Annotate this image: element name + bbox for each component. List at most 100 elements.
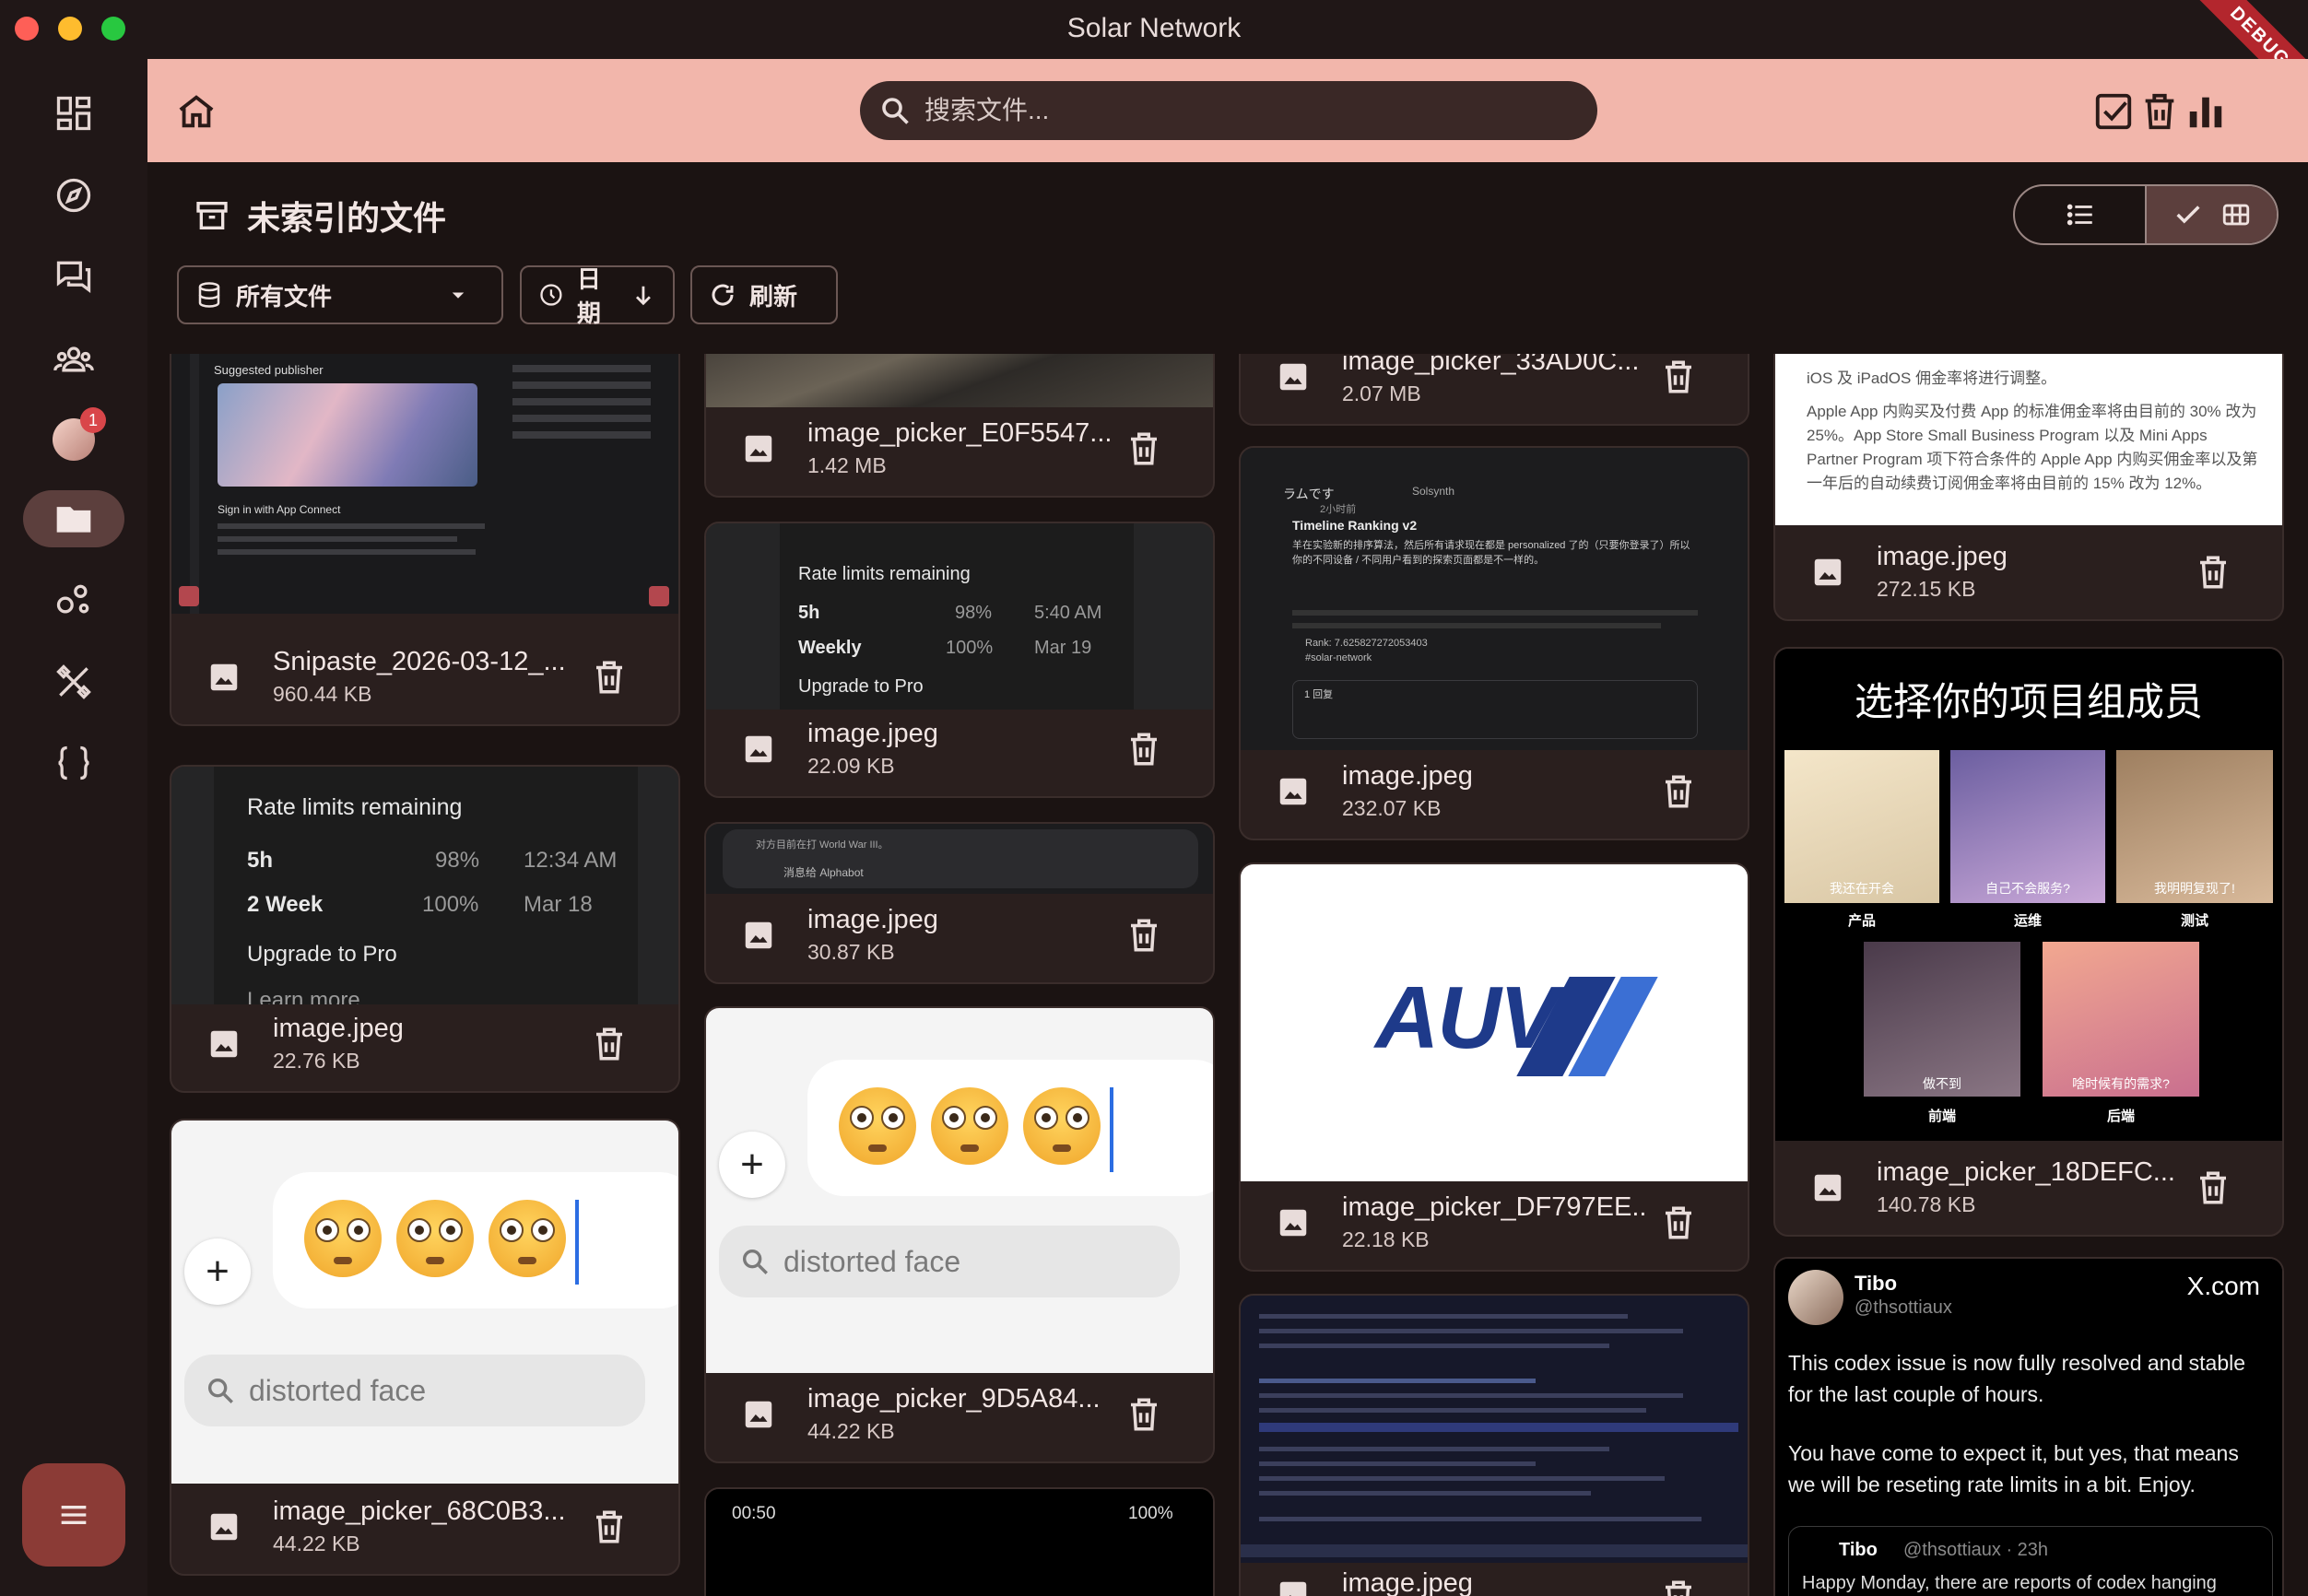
database-icon	[198, 282, 220, 308]
file-card[interactable]: 对方目前在打 World War III。 消息给 Alphabot image…	[704, 822, 1215, 984]
list-view-button[interactable]	[2015, 186, 2145, 243]
title-bar: Solar Network DEBUG	[0, 0, 2308, 121]
chat-input-placeholder: 消息给 Alphabot	[783, 866, 864, 879]
delete-icon[interactable]	[1125, 429, 1163, 468]
image-icon	[1279, 363, 1307, 391]
file-info: image_picker_E0F5547... 1.42 MB	[706, 400, 1213, 496]
explore-icon	[56, 178, 91, 213]
file-card[interactable]: Suggested publisher Sign in with App Con…	[170, 354, 680, 726]
file-name: image_picker_9D5A84...	[807, 1384, 1101, 1414]
delete-icon[interactable]	[1659, 1203, 1698, 1242]
timeline-heading: Timeline Ranking v2	[1292, 518, 1418, 533]
sidebar-item-tools[interactable]	[23, 653, 124, 710]
file-card[interactable]: image_picker_33AD0C... 2.07 MB	[1239, 354, 1749, 426]
app-bar	[147, 59, 2308, 162]
grid-view-button[interactable]	[2145, 186, 2277, 243]
delete-icon[interactable]	[1125, 730, 1163, 769]
pool-filter-dropdown[interactable]: 所有文件	[177, 265, 503, 324]
rate-row-time: 12:34 AM	[524, 848, 618, 873]
refresh-button[interactable]: 刷新	[690, 265, 838, 324]
file-card[interactable]: image.jpeg	[1239, 1294, 1749, 1596]
timeline-tag: #solar-network	[1305, 652, 1372, 663]
image-icon	[1814, 558, 1842, 586]
delete-icon[interactable]	[1125, 916, 1163, 955]
file-card[interactable]: 00:50 100%	[704, 1487, 1215, 1596]
file-name: image_picker_68C0B3...	[273, 1496, 566, 1526]
sidebar-item-chat[interactable]	[23, 248, 124, 305]
image-icon	[1279, 778, 1307, 805]
delete-icon[interactable]	[2194, 553, 2232, 592]
select-all-icon[interactable]	[2092, 90, 2135, 133]
tweet-paragraph-2: You have come to expect it, but yes, tha…	[1788, 1441, 2239, 1496]
rate-limits-title: Rate limits remaining	[798, 564, 971, 584]
sidebar-item-profile[interactable]: 1	[23, 407, 124, 468]
tweet-handle: @thsottiaux	[1855, 1297, 1952, 1318]
bar-chart-icon[interactable]	[2184, 90, 2227, 133]
rate-row-label: 2 Week	[247, 892, 324, 917]
file-card[interactable]: + distorted face image_picker_68C0B3... …	[170, 1119, 680, 1576]
file-thumbnail: 选择你的项目组成员 我还在开会 自己不会服务? 我明明复现了! 产品 运维 测试…	[1775, 649, 2282, 1141]
delete-icon[interactable]	[590, 1025, 629, 1063]
member-caption: 我明明复现了!	[2154, 881, 2235, 896]
delete-sweep-icon[interactable]	[2138, 90, 2181, 133]
file-info: image.jpeg 22.09 KB	[706, 700, 1213, 796]
upgrade-label: Upgrade to Pro	[247, 942, 397, 967]
sidebar-item-files[interactable]	[23, 490, 124, 547]
refresh-icon	[712, 284, 734, 306]
emoji-search-text: distorted face	[249, 1373, 427, 1407]
delete-icon[interactable]	[1125, 1395, 1163, 1434]
menu-button[interactable]	[22, 1463, 125, 1567]
sidebar-item-realms[interactable]	[23, 571, 124, 628]
member-caption: 做不到	[1923, 1076, 1961, 1091]
member-role: 产品	[1847, 913, 1876, 929]
file-card[interactable]: iOS 及 iPadOS 佣金率将进行调整。 Apple App 内购买及付费 …	[1773, 354, 2284, 621]
file-thumbnail: Rate limits remaining 5h 98% 5:40 AM Wee…	[706, 523, 1213, 710]
timeline-author: ラムです	[1283, 487, 1335, 501]
bubbles-icon	[56, 584, 89, 614]
file-card[interactable]: Tibo @thsottiaux X.com This codex issue …	[1773, 1257, 2284, 1596]
file-thumbnail: Rate limits remaining 5h 98% 12:34 AM 2 …	[171, 767, 678, 1004]
file-card[interactable]: Rate limits remaining 5h 98% 12:34 AM 2 …	[170, 765, 680, 1093]
delete-icon[interactable]	[1659, 358, 1698, 396]
apple-notice-paragraph: Apple App 内购买及付费 App 的标准佣金率将由目前的 30% 改为 …	[1807, 403, 2258, 492]
delete-icon[interactable]	[590, 658, 629, 697]
file-size: 960.44 KB	[273, 682, 372, 706]
file-name: image.jpeg	[807, 905, 938, 934]
file-name: image.jpeg	[1342, 1568, 1473, 1596]
sidebar-item-dashboard[interactable]	[23, 85, 124, 142]
sidebar-item-explore[interactable]	[23, 167, 124, 224]
file-card[interactable]: 选择你的项目组成员 我还在开会 自己不会服务? 我明明复现了! 产品 运维 测试…	[1773, 647, 2284, 1237]
file-card[interactable]: AUV image_picker_DF797EE... 22.18 KB	[1239, 863, 1749, 1272]
sidebar-item-groups[interactable]	[23, 330, 124, 387]
member-role: 运维	[2013, 913, 2042, 929]
rate-limits-title: Rate limits remaining	[247, 794, 463, 820]
delete-icon[interactable]	[2194, 1168, 2232, 1207]
window-title: Solar Network	[1066, 13, 1242, 43]
image-icon	[210, 663, 238, 691]
home-icon[interactable]	[175, 90, 218, 133]
file-card[interactable]: Rate limits remaining 5h 98% 5:40 AM Wee…	[704, 522, 1215, 798]
file-name: image.jpeg	[1877, 542, 2008, 571]
search-input[interactable]	[924, 96, 1551, 125]
menu-icon	[61, 1506, 87, 1524]
sidebar-item-developer[interactable]	[23, 734, 124, 792]
image-icon	[1814, 1174, 1842, 1202]
image-icon	[210, 1513, 238, 1541]
timeline-ago: 2小时前	[1320, 504, 1357, 515]
timeline-org: Solsynth	[1412, 485, 1455, 498]
sort-date-button[interactable]: 日期	[520, 265, 675, 327]
delete-icon[interactable]	[1659, 1578, 1698, 1596]
file-thumbnail: Tibo @thsottiaux X.com This codex issue …	[1775, 1259, 2282, 1596]
search-bar[interactable]	[860, 81, 1597, 140]
file-card[interactable]: ラムです Solsynth 2小时前 Timeline Ranking v2 羊…	[1239, 446, 1749, 840]
file-thumbnail: ラムです Solsynth 2小时前 Timeline Ranking v2 羊…	[1241, 448, 1748, 750]
file-thumbnail: + distorted face	[706, 1008, 1213, 1373]
file-info: image_picker_9D5A84... 44.22 KB	[706, 1366, 1213, 1461]
delete-icon[interactable]	[590, 1508, 629, 1546]
file-card[interactable]: image_picker_E0F5547... 1.42 MB	[704, 354, 1215, 498]
file-size: 22.76 KB	[273, 1049, 360, 1073]
rate-row-label: 5h	[247, 848, 274, 873]
delete-icon[interactable]	[1659, 772, 1698, 811]
file-card[interactable]: + distorted face image_picker_9D5A84... …	[704, 1006, 1215, 1463]
rate-row-label: 5h	[798, 603, 820, 623]
